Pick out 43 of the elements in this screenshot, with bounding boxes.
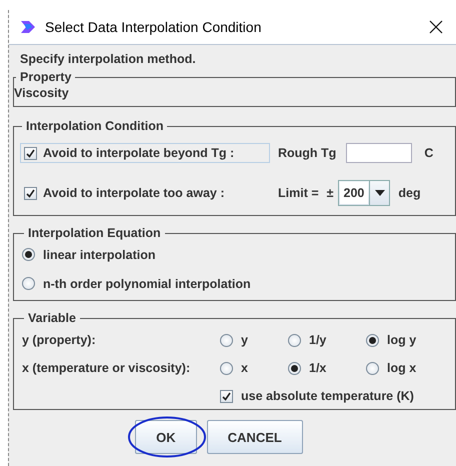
radio-button[interactable]	[366, 334, 379, 346]
property-value: Viscosity	[14, 85, 70, 102]
app-logo-icon	[19, 19, 37, 35]
field-label: Limit =	[278, 186, 319, 200]
variable-label: x (temperature or viscosity):	[22, 361, 192, 375]
radio-label: y	[241, 333, 248, 347]
instruction-text: Specify interpolation method.	[19, 51, 197, 68]
window-title: Select Data Interpolation Condition	[45, 19, 262, 35]
group-title: Property	[19, 70, 72, 84]
radio-label: x	[241, 361, 248, 375]
ok-button[interactable]: OK	[135, 420, 197, 454]
radio-button[interactable]	[220, 334, 233, 346]
input-field[interactable]	[346, 143, 412, 163]
plus-minus-sign: ±	[326, 186, 334, 200]
checkbox[interactable]	[24, 146, 37, 160]
radio-button[interactable]	[22, 277, 35, 290]
group-title: Interpolation Equation	[27, 226, 162, 240]
radio-button[interactable]	[366, 362, 379, 374]
checkbox[interactable]	[220, 390, 233, 402]
caret-icon	[374, 190, 385, 196]
cancel-button[interactable]: CANCEL	[206, 420, 303, 454]
checkbox-label: Avoid to interpolate too away :	[43, 186, 224, 200]
checkbox-label: use absolute temperature (K)	[241, 389, 414, 403]
radio-button[interactable]	[22, 248, 35, 261]
unit-label: C	[424, 146, 434, 160]
radio-label: 1/x	[309, 361, 326, 375]
radio-button[interactable]	[288, 362, 301, 374]
radio-label: log y	[387, 333, 416, 347]
radio-label: 1/y	[309, 333, 326, 347]
unit-label: deg	[398, 186, 421, 200]
field-label: Rough Tg	[278, 146, 336, 160]
radio-label: log x	[387, 361, 416, 375]
group-title: Variable	[27, 311, 77, 325]
variable-label: y (property):	[22, 333, 97, 347]
radio-button[interactable]	[288, 334, 301, 346]
close-icon	[429, 20, 443, 34]
radio-label: n-th order polynomial interpolation	[43, 276, 251, 290]
radio-label: linear interpolation	[43, 248, 156, 262]
group-title: Interpolation Condition	[25, 119, 164, 133]
limit-dropdown[interactable]: 200	[338, 180, 390, 206]
radio-button[interactable]	[220, 362, 233, 374]
checkbox[interactable]	[24, 186, 37, 200]
checkbox-label: Avoid to interpolate beyond Tg :	[43, 146, 234, 160]
